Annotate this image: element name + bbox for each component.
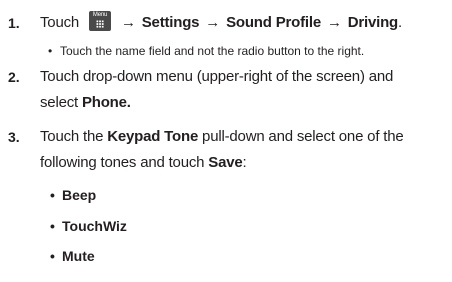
bullet-icon: • bbox=[50, 187, 55, 203]
tone-item-beep: • Beep bbox=[50, 186, 96, 204]
arrow-icon: → bbox=[205, 14, 221, 31]
step-2-text: Touch drop-down menu (upper-right of the… bbox=[40, 64, 393, 116]
bullet-icon: • bbox=[50, 218, 55, 234]
step-2-line-2-bold: Phone. bbox=[81, 94, 131, 111]
arrow-icon: → bbox=[120, 14, 136, 31]
instruction-page: 1. Touch Menu → Settings → Sound Profile… bbox=[0, 0, 452, 282]
step-2-line-2-pre: select bbox=[40, 94, 82, 111]
step-3-text: Touch the Keypad Tone pull-down and sele… bbox=[40, 124, 404, 176]
step-number: 1. bbox=[8, 15, 20, 31]
step-2-line-1: Touch drop-down menu (upper-right of the… bbox=[40, 68, 394, 85]
tone-label: Mute bbox=[62, 248, 95, 264]
path-sound-profile: Sound Profile bbox=[226, 14, 321, 31]
step-1-lead: Touch bbox=[40, 14, 80, 31]
arrow-icon: → bbox=[326, 14, 342, 31]
note-bullet: • Touch the name field and not the radio … bbox=[48, 43, 364, 59]
step-3-line-2-post: : bbox=[242, 154, 247, 171]
step-1: 1. Touch Menu → Settings → Sound Profile… bbox=[0, 10, 452, 36]
tone-item-mute: • Mute bbox=[50, 247, 95, 265]
step-3-line-2-bold: Save bbox=[208, 154, 243, 171]
step-number: 2. bbox=[8, 69, 20, 85]
tone-item-touchwiz: • TouchWiz bbox=[50, 217, 127, 235]
step-3-line-1-pre: Touch the bbox=[40, 128, 108, 145]
path-settings: Settings bbox=[141, 14, 200, 31]
bullet-icon: • bbox=[50, 248, 55, 264]
step-number: 3. bbox=[8, 129, 20, 145]
grid-icon bbox=[96, 20, 104, 28]
menu-key-label: Menu bbox=[92, 12, 108, 18]
step-3-line-1-bold: Keypad Tone bbox=[107, 128, 199, 145]
step-1-end: . bbox=[398, 14, 402, 31]
step-2: 2. Touch drop-down menu (upper-right of … bbox=[0, 64, 452, 116]
note-text: Touch the name field and not the radio b… bbox=[60, 44, 365, 58]
step-3-line-2-pre: following tones and touch bbox=[40, 154, 209, 171]
step-3: 3. Touch the Keypad Tone pull-down and s… bbox=[0, 124, 452, 176]
tone-label: TouchWiz bbox=[62, 218, 127, 234]
bullet-icon: • bbox=[48, 44, 53, 58]
step-3-line-1-post: pull-down and select one of the bbox=[198, 128, 404, 145]
path-driving: Driving bbox=[347, 14, 399, 31]
tone-label: Beep bbox=[62, 187, 97, 203]
menu-key-icon: Menu bbox=[89, 11, 111, 31]
step-1-text: Touch Menu → Settings → Sound Profile → … bbox=[40, 10, 402, 36]
